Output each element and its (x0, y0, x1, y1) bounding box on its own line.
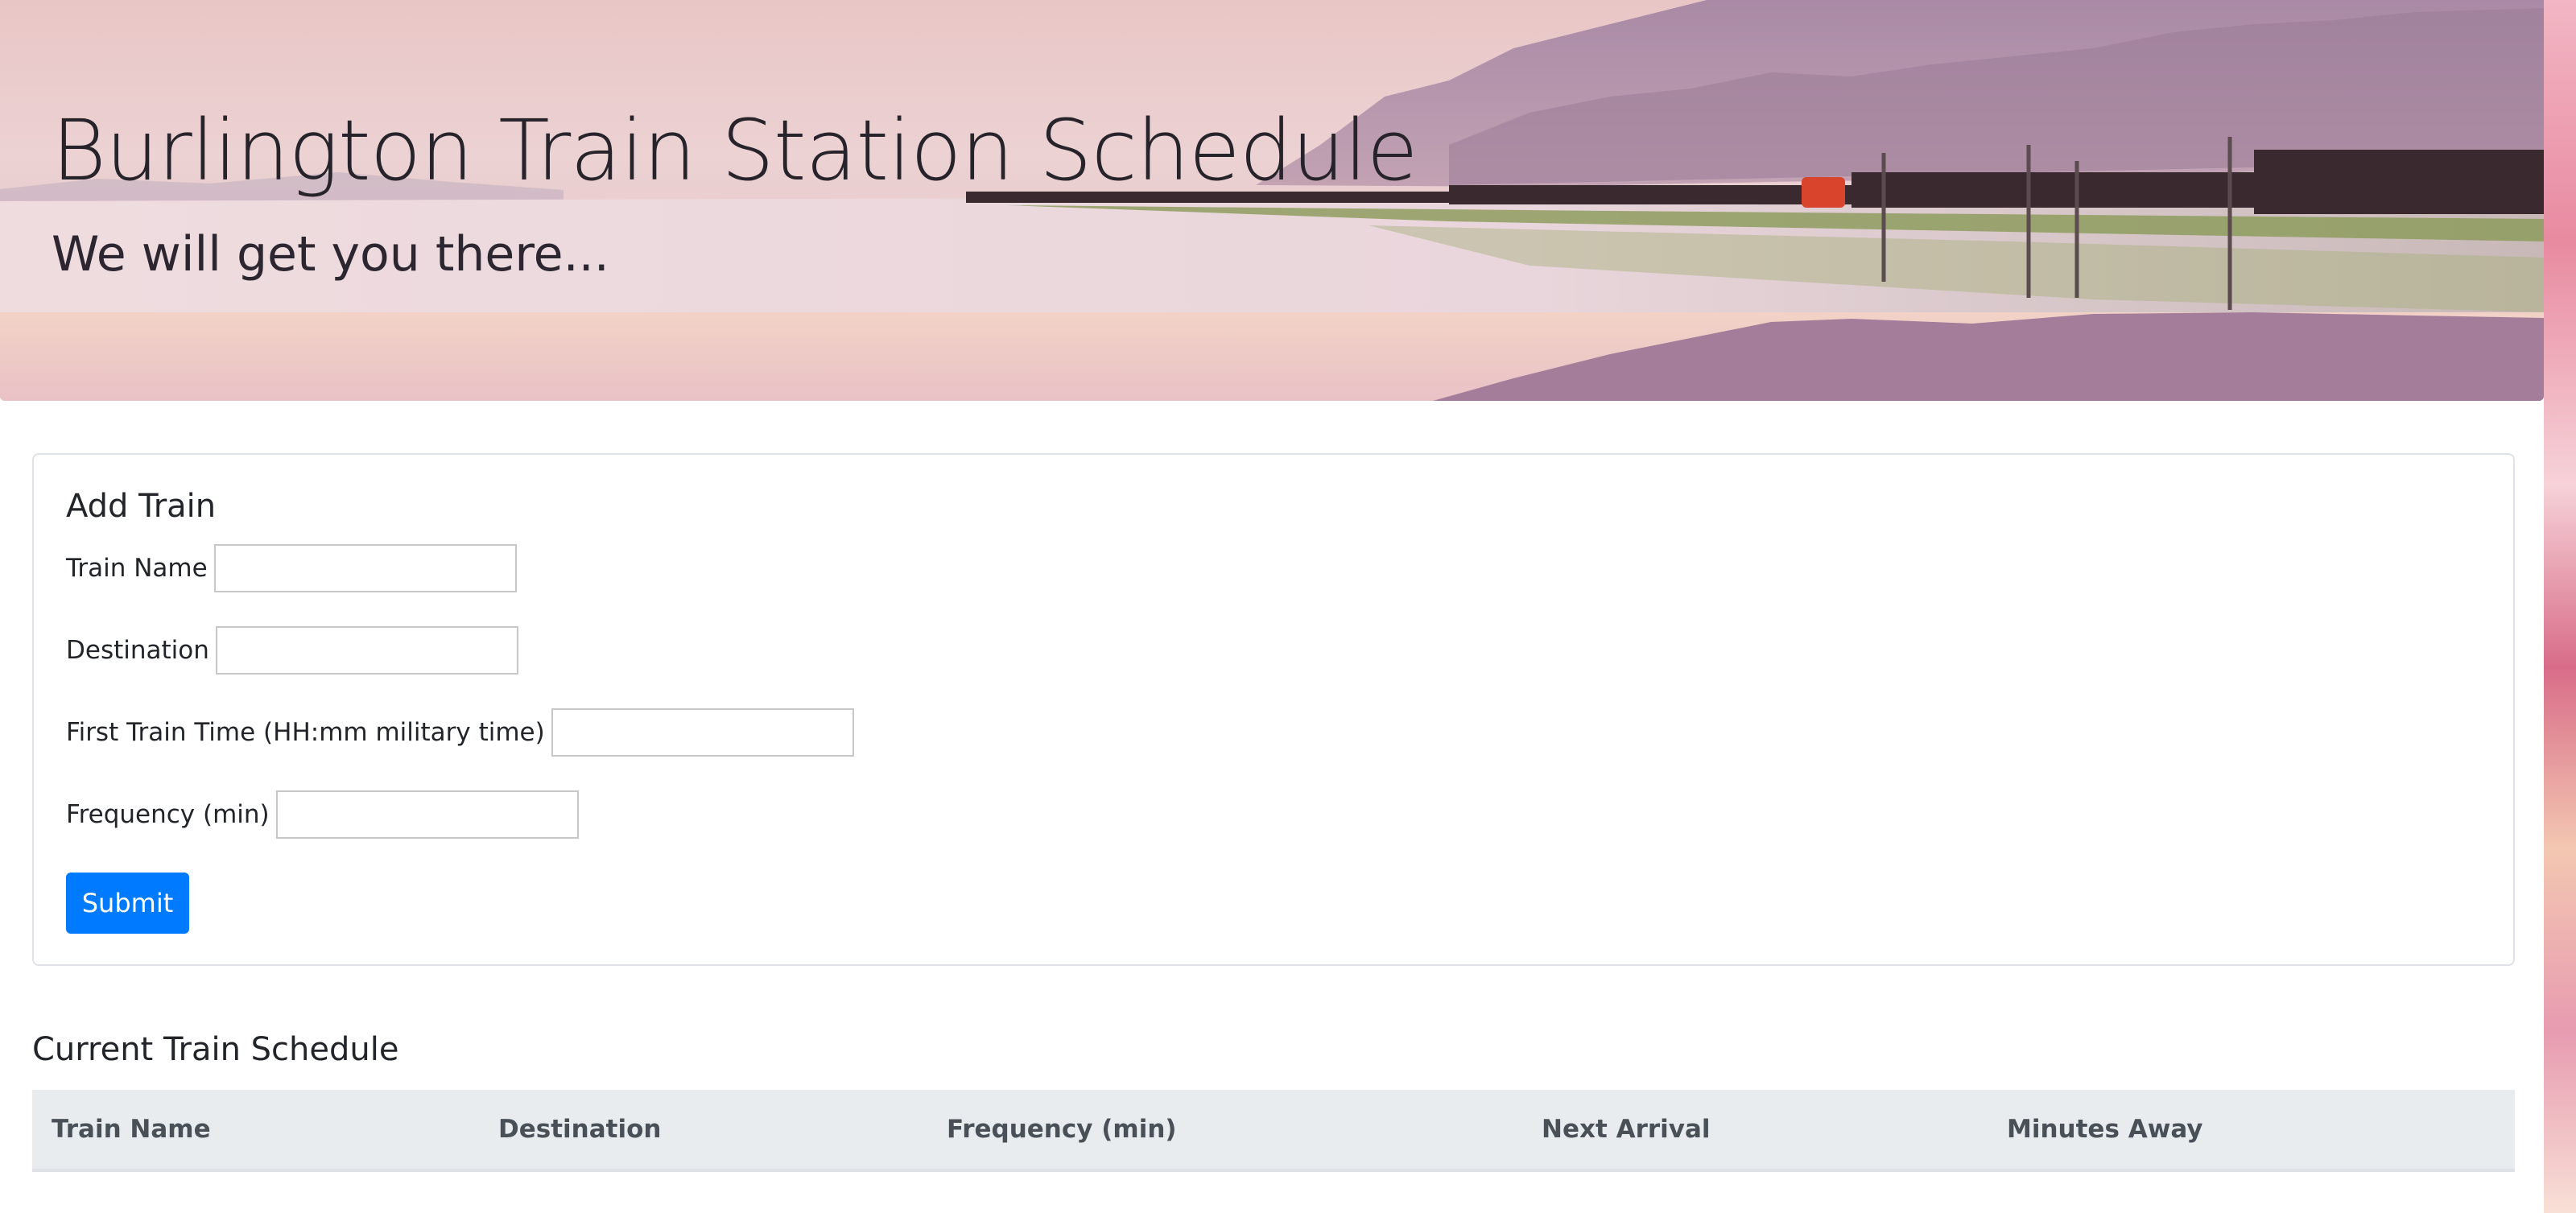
schedule-header-row: Train Name Destination Frequency (min) N… (32, 1090, 2515, 1172)
schedule-table: Train Name Destination Frequency (min) N… (32, 1090, 2515, 1172)
header-banner: Burlington Train Station Schedule We wil… (0, 0, 2544, 401)
train-name-row: Train Name (66, 543, 517, 593)
page-title: Burlington Train Station Schedule (52, 101, 1418, 200)
add-train-heading: Add Train (66, 488, 217, 525)
background-edge-decoration (2544, 0, 2576, 1213)
train-name-input[interactable] (213, 544, 517, 592)
column-header-train-name: Train Name (32, 1090, 479, 1172)
frequency-row: Frequency (min) (66, 790, 579, 840)
page-container: Burlington Train Station Schedule We wil… (0, 0, 2544, 1213)
add-train-card: Add Train Train Name Destination First T… (32, 453, 2515, 966)
first-train-time-label: First Train Time (HH:mm military time) (66, 718, 545, 747)
column-header-minutes-away: Minutes Away (1988, 1090, 2515, 1172)
column-header-frequency: Frequency (min) (927, 1090, 1522, 1172)
schedule-heading: Current Train Schedule (32, 1031, 399, 1068)
train-name-label: Train Name (66, 554, 208, 583)
destination-label: Destination (66, 636, 209, 665)
column-header-next-arrival: Next Arrival (1522, 1090, 1988, 1172)
frequency-label: Frequency (min) (66, 800, 270, 829)
destination-input[interactable] (215, 626, 518, 675)
banner-train-landscape-image (0, 0, 2544, 401)
first-train-time-row: First Train Time (HH:mm military time) (66, 708, 854, 757)
page-subtitle: We will get you there... (52, 226, 609, 283)
first-train-time-input[interactable] (551, 708, 854, 757)
frequency-input[interactable] (275, 790, 579, 839)
column-header-destination: Destination (479, 1090, 927, 1172)
submit-button[interactable]: Submit (66, 873, 189, 934)
destination-row: Destination (66, 625, 518, 675)
